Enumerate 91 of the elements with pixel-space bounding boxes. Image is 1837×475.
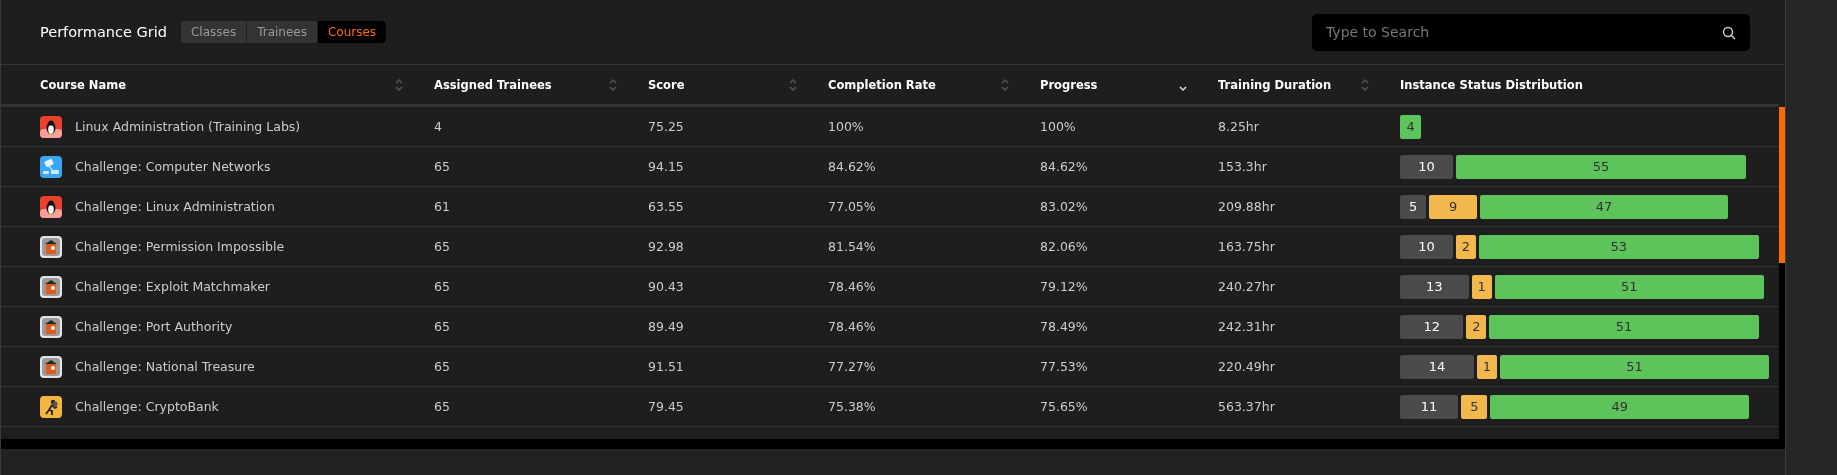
course-name[interactable]: Challenge: Linux Administration	[75, 199, 275, 214]
column-header[interactable]: Score	[648, 77, 685, 92]
scrollbar-thumb[interactable]	[1779, 107, 1785, 263]
table-cell: 100%	[828, 119, 864, 134]
table-cell: 8.25hr	[1218, 119, 1259, 134]
status-bar-segment: 9	[1429, 194, 1477, 219]
column-header[interactable]: Assigned Trainees	[434, 77, 552, 92]
status-bar-segment: 11	[1400, 394, 1459, 419]
table-cell: 81.54%	[828, 239, 876, 254]
table-cell: 65	[434, 239, 450, 254]
table-cell: 83.02%	[1040, 199, 1088, 214]
status-bar-segment: 2	[1466, 314, 1487, 339]
table-cell: 65	[434, 319, 450, 334]
course-name[interactable]: Challenge: Computer Networks	[75, 159, 271, 174]
table-cell: 94.15	[648, 159, 684, 174]
table-cell: 91.51	[648, 359, 684, 374]
status-bar-segment: 14	[1400, 354, 1474, 379]
table-cell: 4	[434, 119, 442, 134]
penguin-icon	[40, 115, 62, 138]
table-cell: 92.98	[648, 239, 684, 254]
status-bar-segment: 5	[1461, 394, 1488, 419]
status-bar-segment: 51	[1489, 314, 1759, 339]
search-field[interactable]: Type to Search	[1312, 13, 1750, 51]
status-bar-segment: 10	[1400, 154, 1453, 179]
table-cell: 75.65%	[1040, 399, 1088, 414]
table-cell: 77.05%	[828, 199, 876, 214]
course-name[interactable]: Challenge: Permission Impossible	[75, 239, 285, 254]
network-icon	[40, 155, 62, 178]
table-cell: 65	[434, 279, 450, 294]
tab[interactable]: Courses	[317, 21, 387, 43]
status-bar-segment: 12	[1400, 314, 1464, 339]
table-cell: 65	[434, 159, 450, 174]
status-bar-segment: 51	[1499, 354, 1770, 379]
box-icon	[40, 275, 62, 298]
column-header[interactable]: Progress	[1040, 77, 1098, 92]
table-cell: 78.49%	[1040, 319, 1088, 334]
column-header[interactable]: Training Duration	[1218, 77, 1332, 92]
status-bar-segment: 51	[1494, 274, 1764, 299]
course-name[interactable]: Challenge: CryptoBank	[75, 399, 219, 414]
table-cell: 84.62%	[1040, 159, 1088, 174]
table-cell: 63.55	[648, 199, 684, 214]
course-name[interactable]: Linux Administration (Training Labs)	[75, 119, 301, 134]
course-name[interactable]: Challenge: Port Authority	[75, 319, 233, 334]
status-bar-segment: 49	[1490, 394, 1750, 419]
table-cell: 65	[434, 399, 450, 414]
status-bar-segment: 1	[1471, 274, 1492, 299]
table-cell: 220.49hr	[1218, 359, 1275, 374]
table-cell: 79.45	[648, 399, 684, 414]
table-cell: 89.49	[648, 319, 684, 334]
box-icon	[40, 355, 62, 378]
status-bar-segment: 53	[1478, 234, 1759, 259]
course-name[interactable]: Challenge: National Treasure	[75, 359, 255, 374]
status-bar-segment: 4	[1400, 114, 1422, 139]
table-cell: 79.12%	[1040, 279, 1088, 294]
search-icon	[1722, 25, 1736, 40]
table-cell: 78.46%	[828, 319, 876, 334]
column-header[interactable]: Course Name	[40, 77, 126, 92]
table-cell: 77.27%	[828, 359, 876, 374]
table-cell: 100%	[1040, 119, 1076, 134]
status-bar-segment: 2	[1455, 234, 1476, 259]
table-cell: 153.3hr	[1218, 159, 1267, 174]
runner-icon	[40, 395, 62, 418]
table-cell: 75.38%	[828, 399, 876, 414]
table-cell: 563.37hr	[1218, 399, 1275, 414]
table-cell: 209.88hr	[1218, 199, 1275, 214]
table-cell: 82.06%	[1040, 239, 1088, 254]
table-cell: 242.31hr	[1218, 319, 1275, 334]
status-bar-segment: 47	[1479, 194, 1729, 219]
status-bar-segment: 10	[1400, 234, 1453, 259]
table-cell: 90.43	[648, 279, 684, 294]
table-cell: 78.46%	[828, 279, 876, 294]
table-cell: 75.25	[648, 119, 684, 134]
status-bar-segment: 55	[1455, 154, 1747, 179]
scrollbar[interactable]	[1779, 107, 1785, 439]
column-header[interactable]: Instance Status Distribution	[1400, 77, 1583, 92]
page-title: Performance Grid	[40, 24, 167, 40]
column-header[interactable]: Completion Rate	[828, 77, 936, 92]
table-cell: 65	[434, 359, 450, 374]
table-cell: 84.62%	[828, 159, 876, 174]
status-bar-segment: 1	[1476, 354, 1497, 379]
box-icon	[40, 315, 62, 338]
status-bar-segment: 13	[1400, 274, 1469, 299]
box-icon	[40, 235, 62, 258]
table-cell: 61	[434, 199, 450, 214]
table-cell: 77.53%	[1040, 359, 1088, 374]
table-cell: 240.27hr	[1218, 279, 1275, 294]
tab[interactable]: Classes	[180, 21, 248, 43]
status-bar-segment: 5	[1400, 194, 1427, 219]
course-name[interactable]: Challenge: Exploit Matchmaker	[75, 279, 270, 294]
penguin-icon	[40, 195, 62, 218]
table-cell: 163.75hr	[1218, 239, 1275, 254]
